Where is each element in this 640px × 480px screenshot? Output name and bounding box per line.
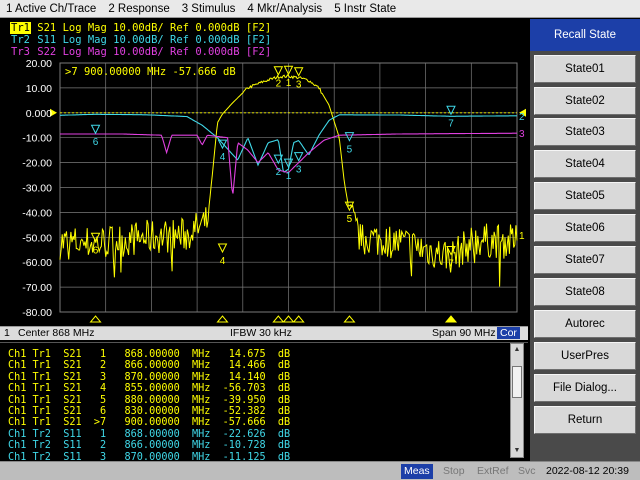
y-tick-label: -20.00 (22, 158, 52, 170)
marker-label: 3 (296, 165, 302, 176)
correction-badge: Cor (497, 327, 520, 339)
softkey-menu-title: Recall State (530, 19, 640, 51)
meas-indicator: Meas (401, 464, 433, 479)
marker-triangle-icon (217, 243, 228, 254)
center-frequency[interactable]: Center 868 MHz (18, 327, 94, 339)
extref-indicator: ExtRef (477, 465, 509, 477)
marker-label: 4 (220, 256, 226, 267)
y-tick-label: 20.00 (26, 58, 52, 70)
marker-table-row: Ch1 Tr1 S21 6 830.00000 MHz -52.382 dB (8, 406, 291, 417)
menu-mkr-analysis[interactable]: 4 Mkr/Analysis (241, 3, 328, 15)
menu-instr-state[interactable]: 5 Instr State (328, 3, 402, 15)
y-tick-label: -50.00 (22, 232, 52, 244)
marker-position-indicator-icon (292, 315, 305, 323)
marker-table-row: Ch1 Tr1 S21 >7 900.00000 MHz -57.666 dB (8, 417, 291, 429)
instrument-status-bar: Meas Stop ExtRef Svc 2022-08-12 20:39 (0, 461, 640, 480)
marker-table-row: Ch1 Tr1 S21 1 868.00000 MHz 14.675 dB (8, 349, 291, 360)
softkey-userpres[interactable]: UserPres (534, 342, 636, 370)
marker-table-row: Ch1 Tr1 S21 5 880.00000 MHz -39.950 dB (8, 394, 291, 406)
softkey-return[interactable]: Return (534, 406, 636, 434)
marker-label: 2 (276, 79, 282, 90)
scroll-up-icon[interactable]: ▲ (512, 345, 522, 355)
marker-triangle-icon (273, 66, 284, 76)
y-tick-label: -60.00 (22, 257, 52, 269)
softkey-state01[interactable]: State01 (534, 55, 636, 83)
y-tick-label: 10.00 (26, 83, 52, 95)
marker-position-indicator-icon (272, 315, 285, 323)
active-marker-readout: >7 900.00000 MHz -57.666 dB (65, 66, 236, 78)
marker-table-row: Ch1 Tr1 S21 2 866.00000 MHz 14.466 dB (8, 360, 291, 372)
marker-label: 5 (347, 214, 353, 225)
marker-triangle-icon (293, 67, 304, 77)
marker-label: 1 (286, 171, 292, 182)
sparameter-plot[interactable]: 20.00 10.00 0.000 -10.00 -20.00 -30.00 -40.00 -… (0, 19, 528, 326)
marker-triangle-icon (90, 124, 101, 135)
marker-position-indicator-icon (343, 315, 356, 323)
span-setting[interactable]: Span 90 MHz (432, 327, 496, 339)
marker-label: 2 (276, 167, 282, 178)
marker-table-row: Ch1 Tr2 S11 2 866.00000 MHz -10.728 dB (8, 440, 291, 452)
channel-status-bar: 1 Center 868 MHz IFBW 30 kHz Span 90 MHz… (0, 326, 528, 340)
softkey-state04[interactable]: State04 (534, 150, 636, 178)
softkey-state03[interactable]: State03 (534, 118, 636, 146)
softkey-state07[interactable]: State07 (534, 246, 636, 274)
marker-label: 6 (93, 137, 99, 148)
marker-label: 4 (220, 152, 226, 163)
channel-number: 1 (4, 327, 10, 339)
chart-window[interactable]: Tr1 S21 Log Mag 10.00dB/ Ref 0.000dB [F2… (0, 19, 528, 326)
scroll-thumb[interactable] (512, 366, 522, 398)
menu-active-ch-trace[interactable]: 1 Active Ch/Trace (0, 3, 102, 15)
stop-indicator: Stop (443, 465, 465, 477)
marker-table-row: Ch1 Tr2 S11 1 868.00000 MHz -22.626 dB (8, 428, 291, 440)
marker-label: 6 (93, 245, 99, 256)
softkey-autorec[interactable]: Autorec (534, 310, 636, 338)
menu-stimulus[interactable]: 3 Stimulus (176, 3, 242, 15)
y-tick-label: -80.00 (22, 307, 52, 319)
y-tick-label: -10.00 (22, 133, 52, 145)
y-tick-labels: 20.00 10.00 0.000 -10.00 -20.00 -30.00 -40.00 -… (22, 58, 52, 319)
softkey-state08[interactable]: State08 (534, 278, 636, 306)
softkey-state06[interactable]: State06 (534, 214, 636, 242)
trace-end-label: 3 (519, 129, 525, 140)
marker-label: 7 (448, 118, 454, 129)
bottom-marker-indicators (89, 315, 458, 323)
softkey-state02[interactable]: State02 (534, 87, 636, 115)
marker-label: 1 (286, 78, 292, 89)
clock-display: 2022-08-12 20:39 (546, 465, 629, 477)
trace-end-labels: 1 2 3 (519, 112, 525, 242)
marker-position-indicator-icon (89, 315, 102, 323)
ifbw-setting[interactable]: IFBW 30 kHz (230, 327, 292, 339)
y-tick-label: -30.00 (22, 183, 52, 195)
marker-label: 7 (448, 258, 454, 269)
y-tick-label: -70.00 (22, 282, 52, 294)
scroll-down-icon[interactable]: ▼ (512, 446, 522, 456)
marker-position-indicator-icon (216, 315, 229, 323)
trace-end-label: 1 (519, 231, 525, 242)
marker-triangle-icon (344, 132, 355, 142)
marker-table-row: Ch1 Tr1 S21 4 855.00000 MHz -56.703 dB (8, 383, 291, 395)
softkey-panel: Recall State State01 State02 State03 Sta… (530, 19, 640, 461)
softkey-state05[interactable]: State05 (534, 182, 636, 210)
softkey-file-dialog[interactable]: File Dialog... (534, 374, 636, 402)
marker-position-indicator-icon (282, 315, 295, 323)
svc-indicator: Svc (518, 465, 536, 477)
y-tick-label: 0.000 (26, 108, 52, 120)
marker-table-scrollbar[interactable]: ▲ ▼ (510, 343, 524, 458)
marker-table[interactable]: Ch1 Tr1 S21 1 868.00000 MHz 14.675 dB Ch1… (0, 342, 528, 474)
y-tick-label: -40.00 (22, 207, 52, 219)
marker-label: 5 (347, 145, 353, 156)
marker-table-row: Ch1 Tr1 S21 3 870.00000 MHz 14.140 dB (8, 371, 291, 383)
marker-position-indicator-icon (444, 315, 458, 323)
menu-bar: 1 Active Ch/Trace 2 Response 3 Stimulus … (0, 0, 640, 18)
marker-label: 3 (296, 80, 302, 91)
plot-grid (50, 62, 526, 313)
menu-response[interactable]: 2 Response (102, 3, 175, 15)
trace-end-label: 2 (519, 112, 525, 123)
